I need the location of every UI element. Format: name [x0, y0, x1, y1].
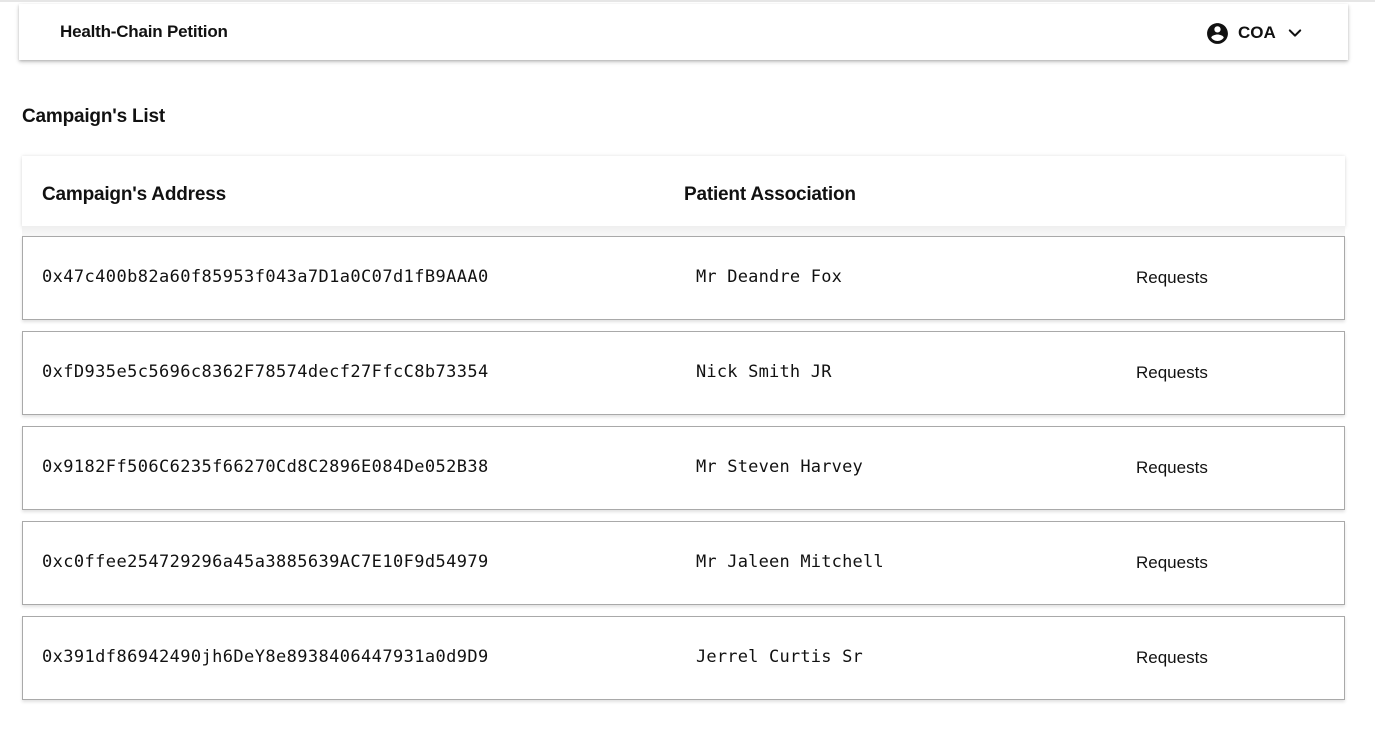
table-row: 0xfD935e5c5696c8362F78574decf27FfcC8b733…	[22, 331, 1345, 415]
column-header-association: Patient Association	[684, 184, 856, 205]
table-row: 0x47c400b82a60f85953f043a7D1a0C07d1fB9AA…	[22, 236, 1345, 320]
requests-button[interactable]: Requests	[1136, 553, 1208, 573]
top-edge	[0, 0, 1375, 2]
campaign-address: 0xc0ffee254729296a45a3885639AC7E10F9d549…	[42, 552, 489, 572]
app-bar: Health-Chain Petition COA	[19, 4, 1348, 60]
app-title: Health-Chain Petition	[60, 22, 228, 41]
patient-association: Mr Deandre Fox	[696, 267, 843, 287]
campaign-address: 0x391df86942490jh6DeY8e8938406447931a0d9…	[42, 647, 489, 667]
table-row: 0xc0ffee254729296a45a3885639AC7E10F9d549…	[22, 521, 1345, 605]
table-header: Campaign's Address Patient Association	[22, 156, 1345, 226]
patient-association: Jerrel Curtis Sr	[696, 647, 863, 667]
patient-association: Mr Jaleen Mitchell	[696, 552, 884, 572]
patient-association: Mr Steven Harvey	[696, 457, 863, 477]
user-name: COA	[1238, 23, 1276, 42]
column-header-address: Campaign's Address	[42, 184, 226, 205]
requests-button[interactable]: Requests	[1136, 363, 1208, 383]
requests-button[interactable]: Requests	[1136, 648, 1208, 668]
chevron-down-icon	[1288, 29, 1302, 37]
campaign-address: 0xfD935e5c5696c8362F78574decf27FfcC8b733…	[42, 362, 489, 382]
table-row: 0x9182Ff506C6235f66270Cd8C2896E084De052B…	[22, 426, 1345, 510]
page-title: Campaign's List	[22, 106, 165, 127]
table-row: 0x391df86942490jh6DeY8e8938406447931a0d9…	[22, 616, 1345, 700]
requests-button[interactable]: Requests	[1136, 458, 1208, 478]
patient-association: Nick Smith JR	[696, 362, 832, 382]
user-menu-button[interactable]: COA	[1205, 20, 1304, 46]
campaign-address: 0x47c400b82a60f85953f043a7D1a0C07d1fB9AA…	[42, 267, 489, 287]
requests-button[interactable]: Requests	[1136, 268, 1208, 288]
campaign-address: 0x9182Ff506C6235f66270Cd8C2896E084De052B…	[42, 457, 489, 477]
account-circle-icon	[1207, 22, 1228, 44]
header-separator	[22, 226, 1345, 236]
